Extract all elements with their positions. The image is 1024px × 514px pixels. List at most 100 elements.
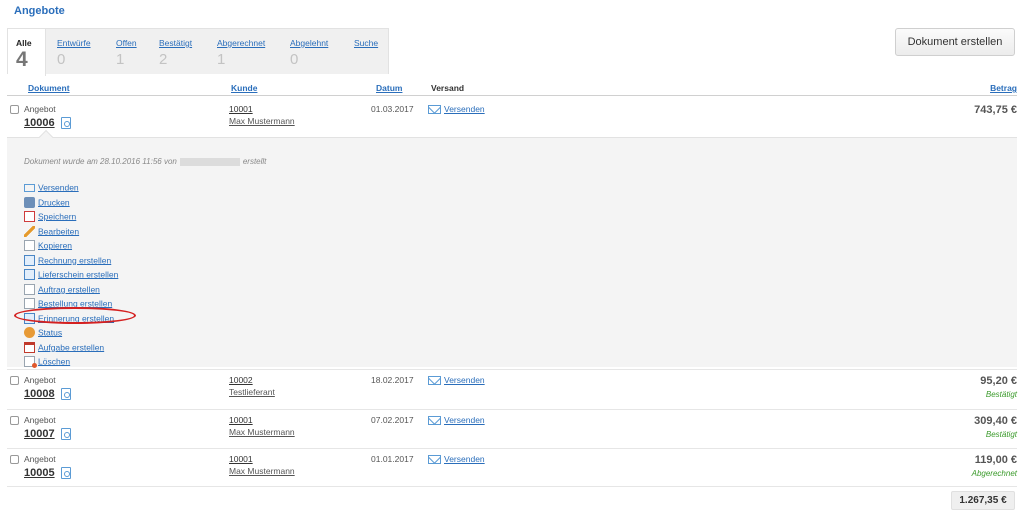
customer-name[interactable]: Max Mustermann (229, 466, 295, 476)
redacted-user (179, 157, 240, 166)
action-create-order[interactable]: Auftrag erstellen (24, 282, 118, 297)
action-copy[interactable]: Kopieren (24, 238, 118, 253)
send-link[interactable]: Versenden (444, 454, 485, 464)
calendar-icon (24, 341, 35, 353)
create-document-button[interactable]: Dokument erstellen (895, 28, 1015, 56)
row-checkbox[interactable] (10, 376, 19, 385)
amount: 743,75 € (974, 104, 1017, 116)
printer-icon (24, 196, 35, 208)
action-status[interactable]: Status (24, 325, 118, 340)
total-amount: 1.267,35 € (951, 491, 1015, 510)
customer-name[interactable]: Max Mustermann (229, 427, 295, 437)
table-row[interactable]: Angebot 10007 10001 Max Mustermann 07.02… (7, 411, 1017, 447)
highlight-ring (14, 307, 136, 324)
send-link[interactable]: Versenden (444, 415, 485, 425)
action-label: Auftrag erstellen (38, 283, 100, 294)
tab-count: 0 (290, 51, 299, 68)
document-number[interactable]: 10007 (24, 428, 55, 440)
column-document[interactable]: Dokument (28, 83, 70, 93)
document-date: 01.01.2017 (371, 454, 414, 464)
tab-label: Bestätigt (159, 38, 193, 48)
column-date[interactable]: Datum (376, 83, 402, 93)
mail-icon (24, 183, 35, 192)
tab-billed[interactable]: Abgerechnet 1 (217, 29, 265, 75)
table-header: Dokument Kunde Datum Versand Betrag (7, 80, 1017, 96)
action-delete[interactable]: Löschen (24, 354, 118, 369)
action-create-invoice[interactable]: Rechnung erstellen (24, 253, 118, 268)
customer-number[interactable]: 10001 (229, 454, 253, 464)
column-amount[interactable]: Betrag (990, 83, 1017, 93)
action-create-delivery-note[interactable]: Lieferschein erstellen (24, 267, 118, 282)
tab-open[interactable]: Offen 1 (116, 29, 137, 75)
pdf-icon[interactable] (61, 388, 71, 400)
mail-icon (428, 416, 441, 425)
customer-number[interactable]: 10001 (229, 104, 253, 114)
pdf-icon[interactable] (61, 428, 71, 440)
pdf-icon[interactable] (61, 467, 71, 479)
document-number[interactable]: 10005 (24, 467, 55, 479)
row-checkbox[interactable] (10, 416, 19, 425)
customer-number[interactable]: 10001 (229, 415, 253, 425)
column-customer[interactable]: Kunde (231, 83, 257, 93)
tab-search[interactable]: Suche (354, 29, 378, 75)
tab-label: Entwürfe (57, 38, 91, 48)
status-tabs: Alle 4 Entwürfe 0 Offen 1 Bestätigt 2 Ab… (7, 28, 389, 76)
column-shipping: Versand (431, 83, 465, 93)
action-send[interactable]: Versenden (24, 180, 118, 195)
tab-count: 1 (217, 51, 226, 68)
tab-label: Alle (16, 38, 32, 48)
document-type: Angebot (24, 104, 56, 114)
row-checkbox[interactable] (10, 105, 19, 114)
amount: 95,20 € (980, 375, 1017, 387)
row-divider (7, 409, 1017, 410)
tab-drafts[interactable]: Entwürfe 0 (57, 29, 91, 75)
action-label: Speichern (38, 211, 77, 222)
action-label: Status (38, 327, 63, 338)
action-edit[interactable]: Bearbeiten (24, 224, 118, 239)
copy-icon (24, 240, 35, 252)
customer-number[interactable]: 10002 (229, 375, 253, 385)
mail-icon (428, 455, 441, 464)
tab-label: Abgelehnt (290, 38, 329, 48)
customer-name[interactable]: Testlieferant (229, 387, 275, 397)
table-row[interactable]: Angebot 10008 10002 Testlieferant 18.02.… (7, 371, 1017, 407)
row-divider (7, 486, 1017, 487)
page-title: Angebote (14, 5, 65, 17)
tab-label: Offen (116, 38, 137, 48)
action-create-task[interactable]: Aufgabe erstellen (24, 340, 118, 355)
tab-label: Suche (354, 38, 379, 48)
status-icon (24, 327, 35, 339)
table-row[interactable]: Angebot 10006 10001 Max Mustermann 01.03… (7, 100, 1017, 136)
pencil-icon (24, 225, 35, 237)
action-label: Aufgabe erstellen (38, 341, 105, 352)
tab-rejected[interactable]: Abgelehnt 0 (290, 29, 328, 75)
created-note: Dokument wurde am 28.10.2016 11:56 von er… (24, 157, 266, 166)
pdf-icon[interactable] (61, 117, 71, 129)
tab-label: Abgerechnet (217, 38, 266, 48)
action-list: Versenden Drucken Speichern Bearbeiten K… (24, 180, 118, 369)
tab-count: 2 (159, 51, 168, 68)
document-type: Angebot (24, 415, 56, 425)
tab-all[interactable]: Alle 4 (8, 29, 46, 76)
mail-icon (428, 105, 441, 114)
document-date: 07.02.2017 (371, 415, 414, 425)
action-label: Rechnung erstellen (38, 254, 112, 265)
send-link[interactable]: Versenden (444, 375, 485, 385)
send-link[interactable]: Versenden (444, 104, 485, 114)
action-label: Versenden (38, 182, 79, 193)
action-print[interactable]: Drucken (24, 195, 118, 210)
document-date: 01.03.2017 (371, 104, 414, 114)
row-checkbox[interactable] (10, 455, 19, 464)
customer-name[interactable]: Max Mustermann (229, 116, 295, 126)
pdf-icon (24, 211, 35, 223)
created-note-suffix: erstellt (242, 157, 267, 166)
table-row[interactable]: Angebot 10005 10001 Max Mustermann 01.01… (7, 450, 1017, 486)
document-date: 18.02.2017 (371, 375, 414, 385)
delivery-note-icon (24, 269, 35, 281)
action-label: Drucken (38, 196, 70, 207)
status-badge: Abgerechnet (971, 469, 1017, 478)
document-number[interactable]: 10006 (24, 117, 55, 129)
tab-confirmed[interactable]: Bestätigt 2 (159, 29, 192, 75)
action-save[interactable]: Speichern (24, 209, 118, 224)
document-number[interactable]: 10008 (24, 388, 55, 400)
